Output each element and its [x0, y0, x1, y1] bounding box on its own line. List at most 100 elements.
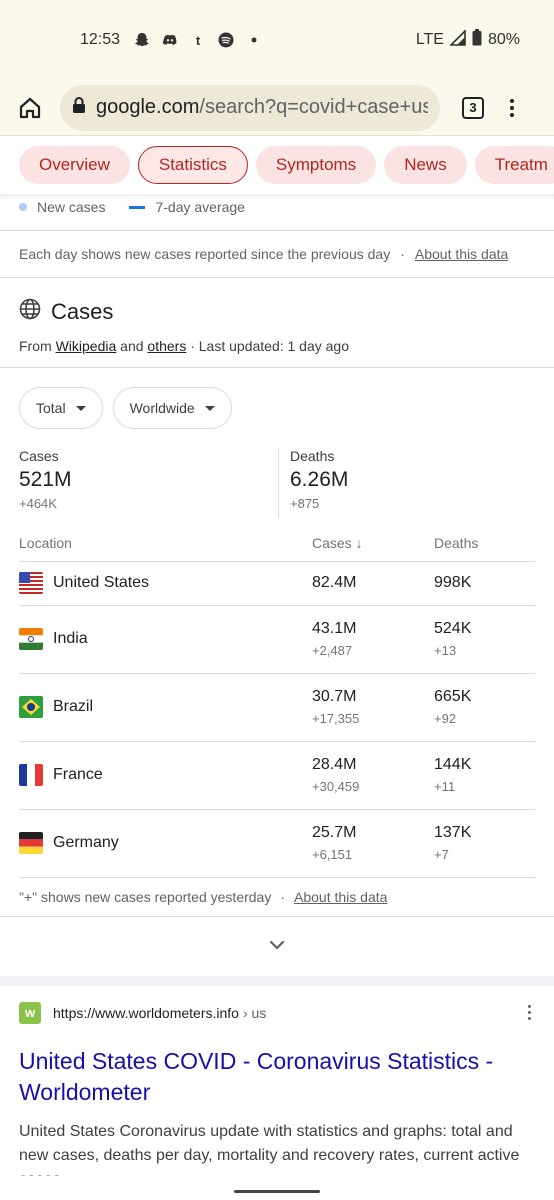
cases-header: Cases From Wikipedia and others · Last u… [0, 278, 554, 367]
cases-stat-change: +464K [19, 496, 57, 511]
signal-icon [449, 28, 466, 51]
url-text[interactable]: google.com/search?q=covid+case+usa [96, 96, 428, 119]
cases-new: +6,151 [312, 847, 353, 862]
cases-stat-label: Cases [19, 448, 59, 464]
search-result: w https://www.worldometers.info › us Uni… [0, 986, 554, 1176]
note-separator: · [400, 246, 405, 262]
country-name: Germany [53, 834, 119, 851]
chip-statistics[interactable]: Statistics [137, 146, 248, 184]
fr-flag-icon [19, 764, 43, 786]
about-data-link[interactable]: About this data [415, 246, 508, 262]
de-flag-icon [19, 832, 43, 854]
gesture-nav-handle[interactable] [234, 1190, 320, 1193]
worldometer-favicon-icon: w [19, 1001, 41, 1024]
cases-value: 30.7M [312, 688, 357, 705]
wikipedia-link[interactable]: Wikipedia [56, 338, 117, 354]
status-bar: 12:53 t LTE 80% [0, 0, 554, 80]
dot-icon [246, 32, 262, 48]
result-snippet: United States Coronavirus update with st… [19, 1122, 520, 1176]
scope-dropdown[interactable]: Total [19, 387, 103, 429]
chart-legend: New cases 7-day average [0, 194, 554, 220]
section-gap [0, 975, 554, 986]
system-status: LTE 80% [415, 28, 520, 51]
cases-value: 28.4M [312, 756, 357, 773]
home-icon[interactable] [16, 94, 44, 122]
notification-icons: t [134, 32, 262, 48]
cases-stat-value: 521M [19, 468, 72, 491]
footnote-separator: · [280, 888, 286, 905]
deaths-value: 524K [434, 620, 472, 637]
cases-new: +17,355 [312, 711, 360, 726]
new-cases-swatch [19, 203, 27, 211]
table-row[interactable]: United States 82.4M 998K [19, 561, 535, 606]
battery-icon [472, 29, 482, 51]
cases-value: 25.7M [312, 824, 357, 841]
browser-menu-icon[interactable] [510, 98, 514, 117]
chip-overview[interactable]: Overview [19, 146, 130, 184]
region-dropdown[interactable]: Worldwide [112, 387, 232, 429]
chip-treatment[interactable]: Treatm [474, 146, 554, 184]
sort-down-icon: ↓ [355, 535, 363, 552]
deaths-new: +11 [434, 779, 456, 794]
tumblr-icon: t [195, 32, 201, 48]
deaths-stat-change: +875 [290, 496, 320, 511]
br-flag-icon [19, 696, 43, 718]
result-title-link[interactable]: United States COVID - Coronavirus Statis… [19, 1046, 535, 1108]
country-name: France [53, 766, 103, 783]
legend-new-cases: New cases [37, 199, 106, 215]
chevron-down-icon [269, 937, 285, 955]
chip-news[interactable]: News [384, 146, 467, 184]
summary-stats: Cases 521M +464K Deaths 6.26M +875 [0, 448, 554, 518]
deaths-value: 144K [434, 756, 472, 773]
source-line: From Wikipedia and others · Last updated… [19, 338, 535, 354]
table-row[interactable]: Germany 25.7M +6,151 137K +7 [19, 809, 535, 878]
result-url: https://www.worldometers.info [53, 1004, 239, 1021]
source-from: From [19, 338, 52, 354]
deaths-stat-value: 6.26M [290, 468, 349, 491]
url-path: /search?q=covid+case+usa [199, 96, 428, 118]
url-host: google.com [96, 96, 200, 118]
last-updated: · Last updated: 1 day ago [190, 338, 350, 354]
header-cases-label: Cases [312, 535, 352, 552]
footnote-text: "+" shows new cases reported yesterday [19, 888, 272, 905]
source-and: and [120, 338, 144, 354]
network-label: LTE [415, 31, 444, 48]
dropdown-caret-icon [204, 405, 215, 411]
footnote-about-link[interactable]: About this data [294, 889, 387, 905]
result-source[interactable]: w https://www.worldometers.info › us [19, 1001, 535, 1024]
cases-value: 82.4M [312, 574, 357, 591]
deaths-stat-label: Deaths [290, 448, 335, 464]
deaths-new: +7 [434, 847, 449, 862]
expand-button[interactable] [0, 915, 554, 976]
table-row[interactable]: France 28.4M +30,459 144K +11 [19, 741, 535, 810]
lock-icon[interactable] [72, 96, 86, 119]
cases-stat: Cases 521M +464K [19, 448, 278, 518]
result-breadcrumb: › us [242, 1004, 267, 1021]
tab-switcher-button[interactable]: 3 [462, 96, 484, 119]
table-row[interactable]: India 43.1M +2,487 524K +13 [19, 605, 535, 674]
address-bar[interactable]: google.com/search?q=covid+case+usa [60, 84, 440, 131]
note-text: Each day shows new cases reported since … [19, 246, 391, 262]
clock: 12:53 [80, 31, 121, 48]
globe-icon [19, 298, 41, 326]
header-location[interactable]: Location [19, 526, 312, 562]
spotify-icon [218, 32, 234, 48]
deaths-stat: Deaths 6.26M +875 [278, 448, 537, 518]
others-link[interactable]: others [147, 338, 186, 354]
cases-title: Cases [51, 299, 114, 324]
table-row[interactable]: Brazil 30.7M +17,355 665K +92 [19, 673, 535, 742]
browser-toolbar: google.com/search?q=covid+case+usa 3 [0, 80, 554, 136]
dropdown-caret-icon [75, 405, 86, 411]
more-options-icon[interactable] [528, 1005, 531, 1020]
region-value: Worldwide [129, 400, 195, 416]
battery-percent: 80% [487, 31, 520, 48]
discord-icon [162, 32, 178, 48]
header-cases[interactable]: Cases ↓ [312, 526, 434, 562]
chip-symptoms[interactable]: Symptoms [255, 146, 377, 184]
snapchat-icon [134, 32, 150, 48]
header-deaths[interactable]: Deaths [434, 526, 535, 562]
cases-value: 43.1M [312, 620, 357, 637]
table-footnote: "+" shows new cases reported yesterday ·… [0, 878, 554, 916]
filter-row: Total Worldwide [0, 368, 554, 448]
scope-value: Total [36, 400, 66, 416]
